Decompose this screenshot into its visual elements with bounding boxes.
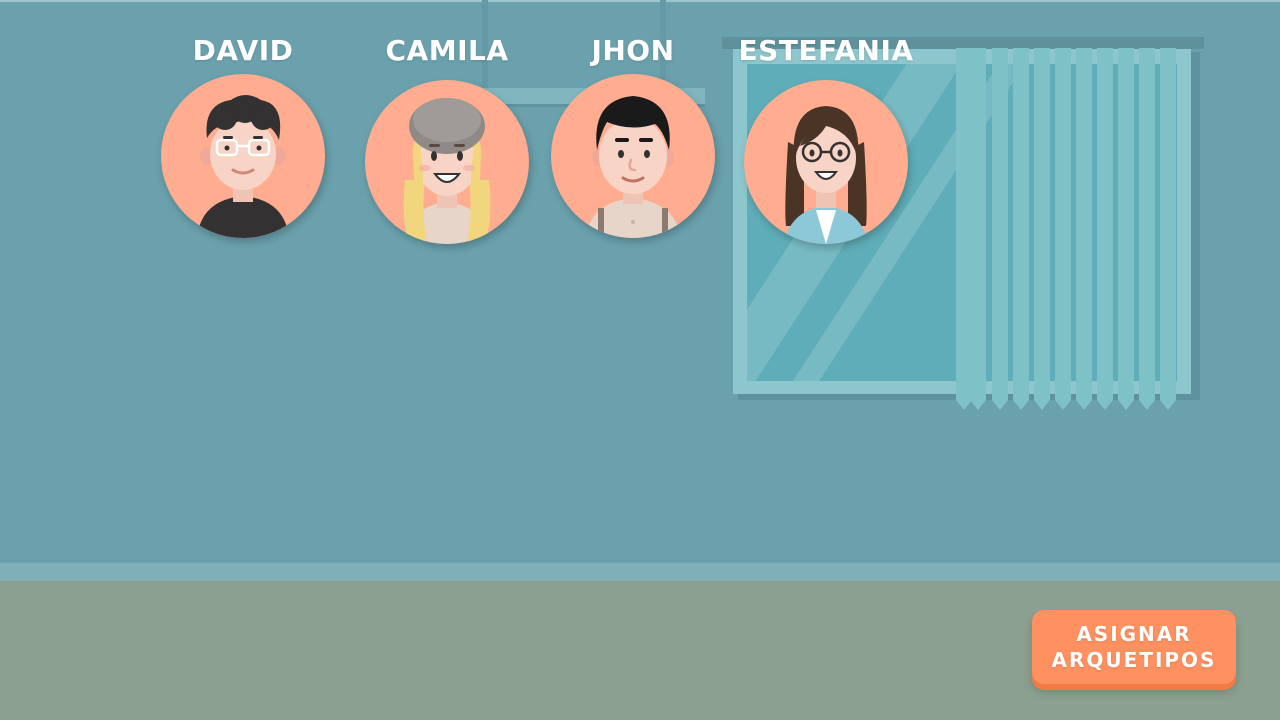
blind-slat <box>1076 48 1092 410</box>
person-name-estefania: ESTEFANIA <box>738 34 914 67</box>
blind-slat <box>1034 48 1050 410</box>
baseboard <box>0 563 1280 581</box>
blind-slat <box>992 48 1008 410</box>
avatar-david-illustration <box>197 95 289 238</box>
blind-slat <box>970 48 986 410</box>
person-name-jhon: JHON <box>591 34 675 67</box>
blind-slat <box>1097 48 1113 410</box>
avatar-camila-illustration <box>403 98 491 244</box>
top-edge <box>0 0 1280 2</box>
person-name-david: DAVID <box>192 34 294 67</box>
assign-archetypes-button[interactable]: ASIGNAR ARQUETIPOS <box>1032 610 1236 684</box>
person-name-camila: CAMILA <box>385 34 509 67</box>
avatar-jhon-illustration <box>585 96 681 238</box>
blind-slat <box>1055 48 1071 410</box>
avatar-david[interactable] <box>161 74 325 238</box>
avatar-estefania[interactable] <box>744 80 908 244</box>
vertical-blinds <box>956 48 1178 410</box>
blind-slat <box>1013 48 1029 410</box>
blind-slat <box>1139 48 1155 410</box>
assign-archetypes-label: ASIGNAR ARQUETIPOS <box>1051 622 1217 672</box>
avatar-jhon[interactable] <box>551 74 715 238</box>
avatar-estefania-illustration <box>784 106 868 244</box>
blind-slat <box>1118 48 1134 410</box>
avatar-camila[interactable] <box>365 80 529 244</box>
blind-slat <box>1160 48 1176 410</box>
